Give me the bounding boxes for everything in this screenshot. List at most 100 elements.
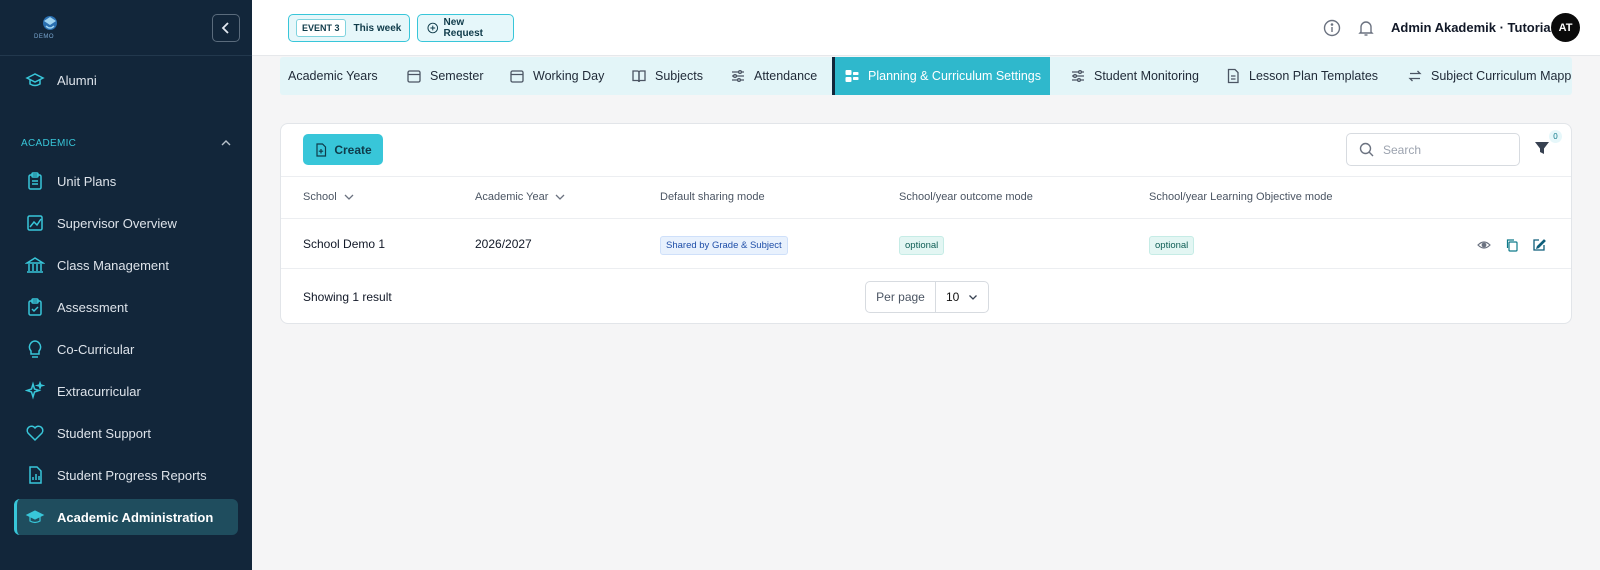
sidebar: DEMO Alumni ACADEMIC Unit Plans Supervis… — [0, 0, 252, 570]
tab-lesson-plan-templates[interactable]: Lesson Plan Templates — [1224, 57, 1378, 95]
tab-label: Attendance — [754, 69, 818, 83]
tab-label: Academic Years — [288, 69, 378, 83]
chevron-down-icon — [555, 194, 565, 200]
per-page-select: Per page 10 — [865, 281, 989, 313]
sidebar-item-alumni[interactable]: Alumni — [14, 62, 238, 98]
info-icon[interactable] — [1322, 18, 1342, 38]
tab-label: Student Monitoring — [1094, 69, 1199, 83]
tab-academic-years[interactable]: Academic Years — [288, 57, 378, 95]
sidebar-item-student-progress-reports[interactable]: Student Progress Reports — [14, 457, 238, 493]
per-page-dropdown[interactable]: 10 — [936, 282, 988, 312]
column-header-academic-year[interactable]: Academic Year — [475, 191, 566, 203]
sidebar-item-label: Academic Administration — [57, 509, 214, 525]
outcome-mode-badge: optional — [899, 236, 945, 255]
graduation-cap-icon — [24, 69, 46, 91]
calendar-icon — [405, 67, 423, 85]
search-box — [1346, 133, 1520, 166]
event-chip[interactable]: EVENT 3 This week — [288, 14, 410, 42]
user-name[interactable]: Admin Akademik · Tutorial — [1391, 20, 1554, 35]
avatar[interactable]: AT — [1551, 13, 1580, 42]
sparkles-icon — [24, 380, 46, 402]
sidebar-item-label: Student Progress Reports — [57, 467, 207, 483]
new-request-button[interactable]: New Request — [417, 14, 514, 42]
section-label: ACADEMIC — [21, 137, 77, 149]
sharing-mode-badge: Shared by Grade & Subject — [660, 236, 788, 255]
plus-circle-icon — [427, 22, 439, 34]
chart-icon — [24, 212, 46, 234]
graduation-cap-icon — [24, 506, 46, 528]
column-header-label: School — [303, 191, 337, 203]
per-page-label: Per page — [866, 282, 936, 312]
duplicate-icon[interactable] — [1504, 237, 1520, 253]
table-row[interactable]: School Demo 1 2026/2027 Shared by Grade … — [281, 220, 1571, 269]
column-header-objective-mode: School/year Learning Objective mode — [1149, 191, 1333, 203]
sidebar-item-label: Extracurricular — [57, 383, 141, 399]
building-icon — [24, 254, 46, 276]
sidebar-item-extracurricular[interactable]: Extracurricular — [14, 373, 238, 409]
event-badge: EVENT 3 — [296, 19, 346, 37]
sliders-icon — [729, 67, 747, 85]
sidebar-item-supervisor-overview[interactable]: Supervisor Overview — [14, 205, 238, 241]
tab-attendance[interactable]: Attendance — [729, 57, 817, 95]
cell-school: School Demo 1 — [303, 237, 386, 251]
tab-label: Subjects — [655, 69, 703, 83]
result-count: Showing 1 result — [303, 290, 392, 304]
bell-icon[interactable] — [1356, 18, 1376, 38]
view-icon[interactable] — [1476, 237, 1492, 253]
sidebar-item-label: Assessment — [57, 299, 128, 315]
tab-label: Lesson Plan Templates — [1249, 69, 1379, 83]
sidebar-item-label: Class Management — [57, 257, 169, 273]
search-input[interactable] — [1383, 142, 1503, 157]
sidebar-item-unit-plans[interactable]: Unit Plans — [14, 163, 238, 199]
top-bar: EVENT 3 This week New Request Admin Akad… — [252, 0, 1600, 56]
tab-subject-curriculum-mapping[interactable]: Subject Curriculum Mappi — [1406, 57, 1572, 95]
settings-grid-icon — [843, 67, 861, 85]
tab-bar: Academic Years Semester Working Day Subj… — [280, 57, 1572, 95]
clipboard-icon — [24, 170, 46, 192]
logo-text: DEMO — [34, 34, 54, 40]
new-request-label: New Request — [443, 17, 483, 39]
calendar-icon — [508, 67, 526, 85]
sidebar-item-academic-administration[interactable]: Academic Administration — [14, 499, 238, 535]
sidebar-item-label: Alumni — [57, 72, 97, 88]
sidebar-item-label: Student Support — [57, 425, 151, 441]
sidebar-item-label: Unit Plans — [57, 173, 117, 189]
sidebar-item-label: Supervisor Overview — [57, 215, 177, 231]
sidebar-item-co-curricular[interactable]: Co-Curricular — [14, 331, 238, 367]
sidebar-item-student-support[interactable]: Student Support — [14, 415, 238, 451]
create-button[interactable]: Create — [303, 134, 383, 165]
swap-icon — [1406, 67, 1424, 85]
file-icon — [1224, 67, 1242, 85]
column-header-school[interactable]: School — [303, 191, 355, 203]
tab-working-day[interactable]: Working Day — [508, 57, 604, 95]
sidebar-item-class-management[interactable]: Class Management — [14, 247, 238, 283]
column-header-label: Academic Year — [475, 191, 549, 203]
edit-icon[interactable] — [1531, 237, 1547, 253]
chevron-left-icon — [221, 22, 229, 34]
sidebar-collapse-button[interactable] — [212, 14, 240, 42]
school-logo[interactable]: DEMO — [30, 12, 70, 42]
chevron-down-icon — [344, 194, 354, 200]
tab-label: Working Day — [533, 69, 605, 83]
filter-button[interactable] — [1533, 139, 1553, 159]
settings-table-card: Create 0 School Academic Year Default sh… — [280, 123, 1572, 324]
tab-planning-curriculum-settings[interactable]: Planning & Curriculum Settings — [832, 57, 1050, 95]
cell-academic-year: 2026/2027 — [475, 237, 532, 251]
column-header-outcome-mode: School/year outcome mode — [899, 191, 1033, 203]
sidebar-section-academic[interactable]: ACADEMIC — [21, 136, 231, 150]
report-icon — [24, 464, 46, 486]
tab-label: Subject Curriculum Mappi — [1431, 69, 1572, 83]
sidebar-item-assessment[interactable]: Assessment — [14, 289, 238, 325]
filter-count-badge: 0 — [1549, 130, 1562, 143]
search-icon — [1359, 142, 1374, 157]
per-page-value: 10 — [946, 290, 960, 304]
filter-icon — [1535, 142, 1549, 154]
book-icon — [630, 67, 648, 85]
chevron-down-icon — [969, 295, 977, 300]
clipboard-check-icon — [24, 296, 46, 318]
column-header-default-sharing-mode: Default sharing mode — [660, 191, 765, 203]
tab-semester[interactable]: Semester — [405, 57, 484, 95]
tab-student-monitoring[interactable]: Student Monitoring — [1069, 57, 1199, 95]
create-button-label: Create — [334, 142, 372, 157]
tab-subjects[interactable]: Subjects — [630, 57, 703, 95]
